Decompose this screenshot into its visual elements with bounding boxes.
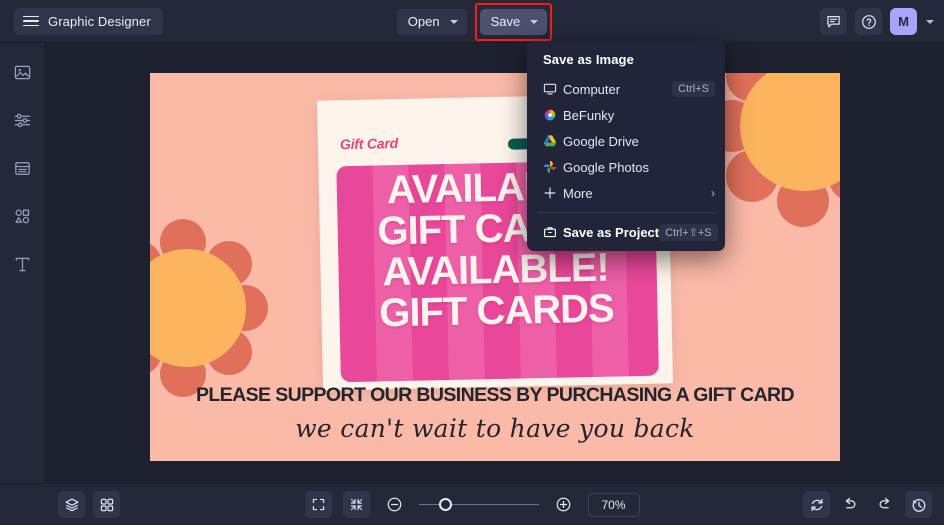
canvas-area[interactable]: Gift Card AVAILABLE GIFT CARDS AVAILABLE… bbox=[45, 43, 944, 483]
bottom-left-actions bbox=[58, 491, 120, 518]
undo-button[interactable] bbox=[837, 491, 864, 518]
script-text: we can't wait to have you back bbox=[295, 414, 695, 443]
left-sidebar bbox=[0, 43, 45, 483]
headline-line: GIFT CARDS bbox=[378, 286, 615, 336]
hamburger-icon[interactable] bbox=[23, 15, 39, 27]
artboard[interactable]: Gift Card AVAILABLE GIFT CARDS AVAILABLE… bbox=[150, 73, 840, 461]
history-icon bbox=[912, 498, 925, 512]
support-text: PLEASE SUPPORT OUR BUSINESS BY PURCHASIN… bbox=[195, 384, 795, 406]
top-toolbar: Graphic Designer Open Save M bbox=[0, 0, 944, 43]
app-window: Graphic Designer Open Save M Gift Card A… bbox=[0, 0, 944, 525]
save-button[interactable]: Save bbox=[474, 2, 553, 41]
briefcase-icon bbox=[543, 225, 563, 239]
zoom-level-display[interactable]: 70% bbox=[587, 492, 640, 517]
sidebar-item-templates[interactable] bbox=[8, 154, 36, 182]
chevron-right-icon: › bbox=[711, 186, 715, 200]
befunky-icon bbox=[543, 108, 563, 122]
sidebar-item-text[interactable] bbox=[8, 250, 36, 278]
shapes-icon bbox=[14, 209, 29, 223]
zoom-in-button[interactable] bbox=[550, 491, 577, 518]
flower-left bbox=[150, 219, 272, 397]
text-icon bbox=[15, 257, 29, 271]
fullscreen-button[interactable] bbox=[304, 491, 332, 518]
plus-icon bbox=[543, 186, 563, 200]
chevron-down-icon bbox=[449, 19, 458, 24]
monitor-icon bbox=[543, 82, 563, 96]
avatar-initial: M bbox=[898, 14, 909, 29]
open-label: Open bbox=[407, 14, 440, 29]
undo-icon bbox=[845, 497, 856, 509]
google-drive-icon bbox=[543, 134, 563, 148]
menu-item-label: BeFunky bbox=[563, 107, 615, 123]
zoom-out-icon bbox=[387, 497, 401, 512]
save-label: Save bbox=[490, 14, 521, 29]
sidebar-item-graphics[interactable] bbox=[8, 202, 36, 230]
menu-item-label: Computer bbox=[563, 81, 621, 97]
google-photos-icon bbox=[543, 160, 563, 174]
app-menu-button[interactable]: Graphic Designer bbox=[14, 7, 163, 35]
fit-to-screen-button[interactable] bbox=[342, 491, 370, 518]
menu-item-google-photos[interactable]: Google Photos bbox=[527, 154, 725, 180]
fullscreen-icon bbox=[312, 498, 324, 511]
top-right-actions: M bbox=[820, 0, 934, 43]
save-dropdown-menu: Save as Image Computer Ctrl+S BeFunky Go… bbox=[527, 41, 725, 251]
reset-button[interactable] bbox=[803, 491, 830, 518]
chevron-down-icon[interactable] bbox=[926, 19, 934, 24]
menu-item-google-drive[interactable]: Google Drive bbox=[527, 128, 725, 154]
reset-icon bbox=[810, 498, 823, 511]
image-icon bbox=[14, 65, 30, 79]
avatar[interactable]: M bbox=[890, 8, 917, 35]
grid-icon bbox=[100, 498, 113, 511]
zoom-level-value: 70% bbox=[601, 497, 626, 512]
zoom-slider-handle[interactable] bbox=[438, 497, 452, 511]
fit-to-screen-icon bbox=[350, 498, 362, 511]
history-button[interactable] bbox=[905, 491, 932, 518]
menu-divider bbox=[537, 212, 715, 213]
template-icon bbox=[14, 161, 30, 175]
menu-item-save-as-project[interactable]: Save as Project Ctrl+⇧+S bbox=[527, 219, 725, 245]
open-button[interactable]: Open bbox=[396, 8, 467, 35]
menu-item-label: Save as Project bbox=[563, 224, 660, 240]
flower-right bbox=[706, 73, 840, 227]
menu-item-more[interactable]: More › bbox=[527, 180, 725, 206]
help-button[interactable] bbox=[855, 8, 882, 35]
sliders-icon bbox=[14, 113, 30, 127]
menu-item-befunky[interactable]: BeFunky bbox=[527, 102, 725, 128]
bottom-toolbar: 70% bbox=[0, 483, 944, 525]
menu-item-label: Google Drive bbox=[563, 133, 639, 149]
menu-item-label: Google Photos bbox=[563, 159, 650, 175]
feedback-button[interactable] bbox=[820, 8, 847, 35]
menu-item-label: More bbox=[563, 185, 593, 201]
bottom-right-actions bbox=[803, 491, 932, 518]
menu-item-shortcut: Ctrl+⇧+S bbox=[659, 223, 718, 241]
help-icon bbox=[861, 14, 876, 29]
grid-button[interactable] bbox=[93, 491, 120, 518]
app-title: Graphic Designer bbox=[48, 13, 151, 29]
redo-button[interactable] bbox=[871, 491, 898, 518]
zoom-slider-track bbox=[418, 503, 539, 506]
zoom-slider[interactable] bbox=[418, 495, 539, 515]
zoom-out-button[interactable] bbox=[381, 491, 408, 518]
zoom-in-icon bbox=[556, 497, 570, 512]
sidebar-item-image[interactable] bbox=[8, 58, 36, 86]
layers-button[interactable] bbox=[58, 491, 85, 518]
chat-icon bbox=[827, 16, 840, 28]
menu-item-computer[interactable]: Computer Ctrl+S bbox=[527, 76, 725, 102]
redo-icon bbox=[879, 497, 890, 509]
menu-item-shortcut: Ctrl+S bbox=[672, 81, 715, 97]
sidebar-item-adjust[interactable] bbox=[8, 106, 36, 134]
layers-icon bbox=[64, 498, 79, 511]
dropdown-header: Save as Image bbox=[543, 52, 634, 67]
chevron-down-icon bbox=[530, 19, 539, 24]
